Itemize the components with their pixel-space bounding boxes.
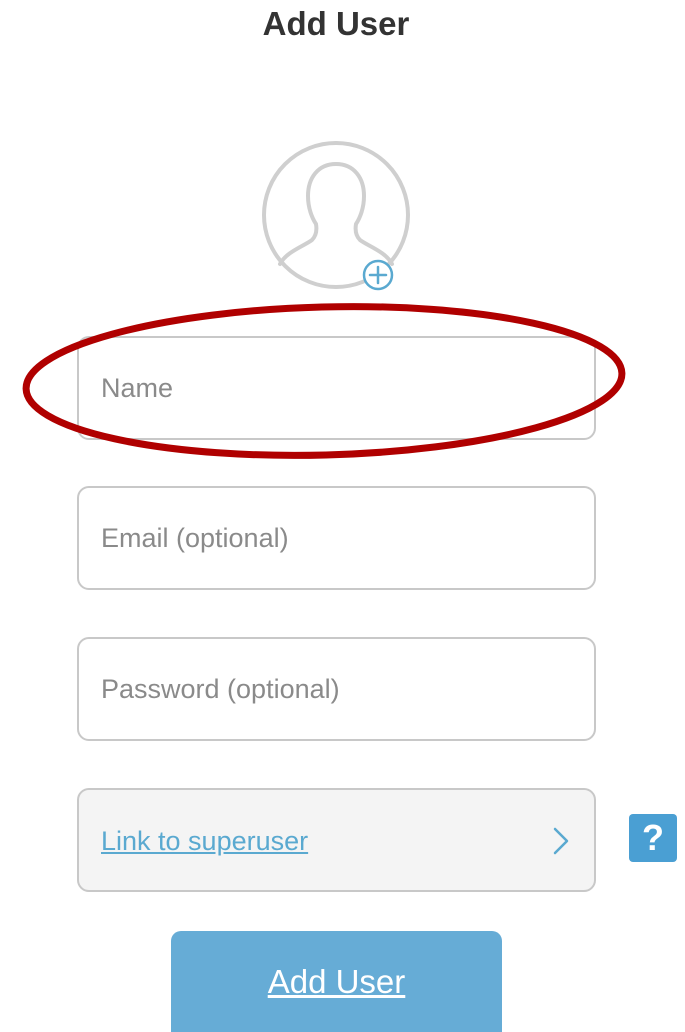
email-field[interactable] xyxy=(77,486,596,590)
link-superuser-row[interactable]: Link to superuser xyxy=(77,788,596,892)
chevron-right-icon xyxy=(553,827,569,855)
help-button[interactable]: ? xyxy=(629,814,677,862)
page-title: Add User xyxy=(262,5,410,42)
name-field[interactable] xyxy=(77,336,596,440)
plus-circle-icon[interactable] xyxy=(361,258,395,292)
add-user-button[interactable]: Add User xyxy=(171,931,502,1032)
name-input[interactable] xyxy=(79,338,594,438)
link-superuser-link[interactable]: Link to superuser xyxy=(101,824,308,858)
password-field[interactable] xyxy=(77,637,596,741)
avatar-picker[interactable] xyxy=(262,140,412,292)
email-input[interactable] xyxy=(79,488,594,588)
password-input[interactable] xyxy=(79,639,594,739)
